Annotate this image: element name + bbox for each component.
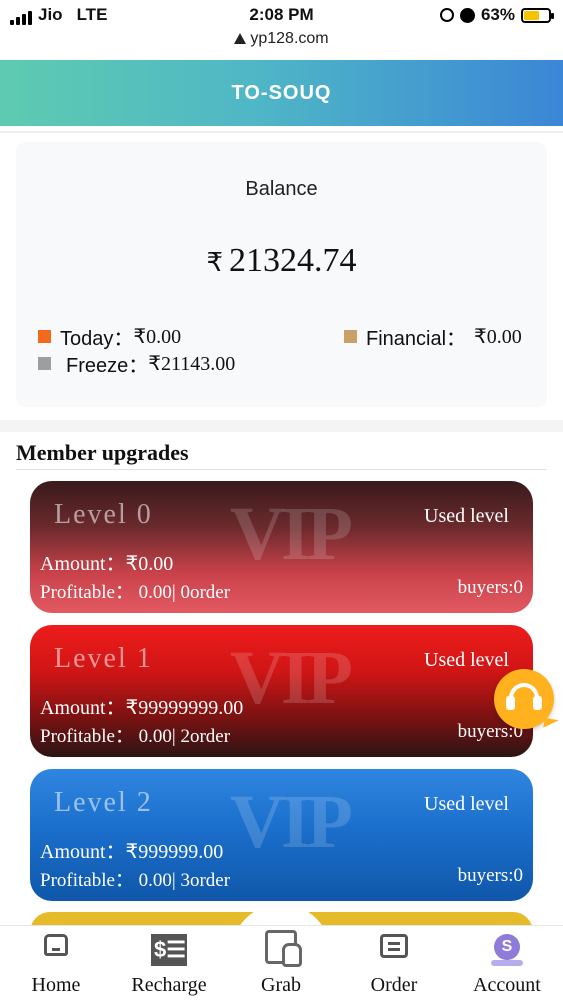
financial-color-square: [344, 330, 357, 343]
app-title: TO-SOUQ: [231, 82, 332, 104]
section-divider: [0, 420, 563, 432]
nav-account[interactable]: S Account: [451, 926, 563, 1000]
vip-watermark: VIP: [230, 492, 353, 576]
stat-value: ₹21143.00: [148, 353, 236, 375]
home-icon: [44, 934, 68, 956]
app-header: TO-SOUQ: [0, 60, 563, 126]
level-status: Used level: [424, 793, 509, 815]
today-color-square: [38, 330, 51, 343]
vip-watermark: VIP: [230, 780, 353, 864]
level-amount: Amount：₹0.00: [40, 553, 174, 575]
level-name: Level 2: [54, 787, 153, 818]
nav-label: Order: [370, 974, 418, 996]
level-amount: Amount：₹999999.00: [40, 841, 224, 863]
level-card-2[interactable]: VIP Level 2 Used level Amount：₹999999.00…: [30, 769, 533, 901]
balance-amount: ₹21324.74: [16, 242, 547, 280]
level-profit: Profitable： 0.00| 3order: [40, 870, 231, 891]
nav-order[interactable]: Order: [338, 926, 450, 1000]
stat-value: ₹0.00: [133, 326, 182, 348]
stat-label: Today：: [60, 328, 134, 350]
order-icon: [380, 934, 408, 958]
battery-charging-icon: [521, 7, 554, 23]
balance-title: Balance: [245, 178, 318, 200]
url-bar[interactable]: yp128.com: [0, 30, 563, 58]
level-profit: Profitable： 0.00| 2order: [40, 726, 231, 747]
stat-label: Financial：: [366, 328, 467, 350]
level-card-0[interactable]: VIP Level 0 Used level Amount：₹0.00 Prof…: [30, 481, 533, 613]
lock-rotation-icon: [439, 8, 454, 22]
grab-icon: [265, 930, 302, 967]
warning-triangle-icon: [234, 33, 247, 44]
stat-financial: Financial： ₹0.00: [344, 322, 522, 351]
headset-ear-left: [506, 696, 515, 710]
customer-support-button[interactable]: [494, 669, 554, 729]
recharge-icon: $☰: [151, 934, 187, 966]
nav-grab[interactable]: Grab: [225, 926, 337, 1000]
freeze-color-square: [38, 357, 51, 370]
header-divider: [0, 131, 563, 133]
status-right: 63%: [439, 5, 554, 25]
level-name: Level 0: [54, 499, 153, 530]
currency-symbol: ₹: [206, 248, 224, 277]
vip-watermark: VIP: [230, 636, 353, 720]
balance-value: 21324.74: [229, 242, 357, 279]
url-text: yp128.com: [250, 30, 329, 47]
nav-label: Home: [31, 974, 81, 996]
stat-value: ₹0.00: [474, 326, 522, 348]
stat-label: Freeze：: [66, 355, 149, 377]
nav-recharge[interactable]: $☰ Recharge: [113, 926, 225, 1000]
nav-label: Recharge: [131, 974, 207, 996]
nav-label: Grab: [261, 974, 301, 996]
balance-card: Balance ₹21324.74 Today： ₹0.00 Freeze： ₹…: [16, 142, 547, 407]
level-buyers: buyers:0: [457, 865, 523, 886]
battery-percent: 63%: [480, 5, 515, 24]
level-amount: Amount：₹99999999.00: [40, 697, 244, 719]
level-status: Used level: [424, 505, 509, 527]
level-card-1[interactable]: VIP Level 1 Used level Amount：₹99999999.…: [30, 625, 533, 757]
status-bar: Jio LTE 2:08 PM 63%: [0, 0, 563, 32]
level-profit: Profitable： 0.00| 0order: [40, 582, 231, 603]
headset-ear-right: [533, 696, 542, 710]
stat-today: Today： ₹0.00: [38, 322, 181, 351]
bottom-nav: Home $☰ Recharge Grab Order S Account: [0, 925, 563, 1000]
level-status: Used level: [424, 649, 509, 671]
nav-label: Account: [473, 974, 541, 996]
account-icon: S: [491, 934, 523, 966]
level-name: Level 1: [54, 643, 153, 674]
nav-home[interactable]: Home: [0, 926, 112, 1000]
alarm-icon: [459, 7, 475, 23]
stat-freeze: Freeze： ₹21143.00: [38, 349, 235, 378]
level-buyers: buyers:0: [457, 577, 523, 598]
section-underline: [16, 469, 547, 470]
member-upgrades-title: Member upgrades: [16, 440, 189, 465]
